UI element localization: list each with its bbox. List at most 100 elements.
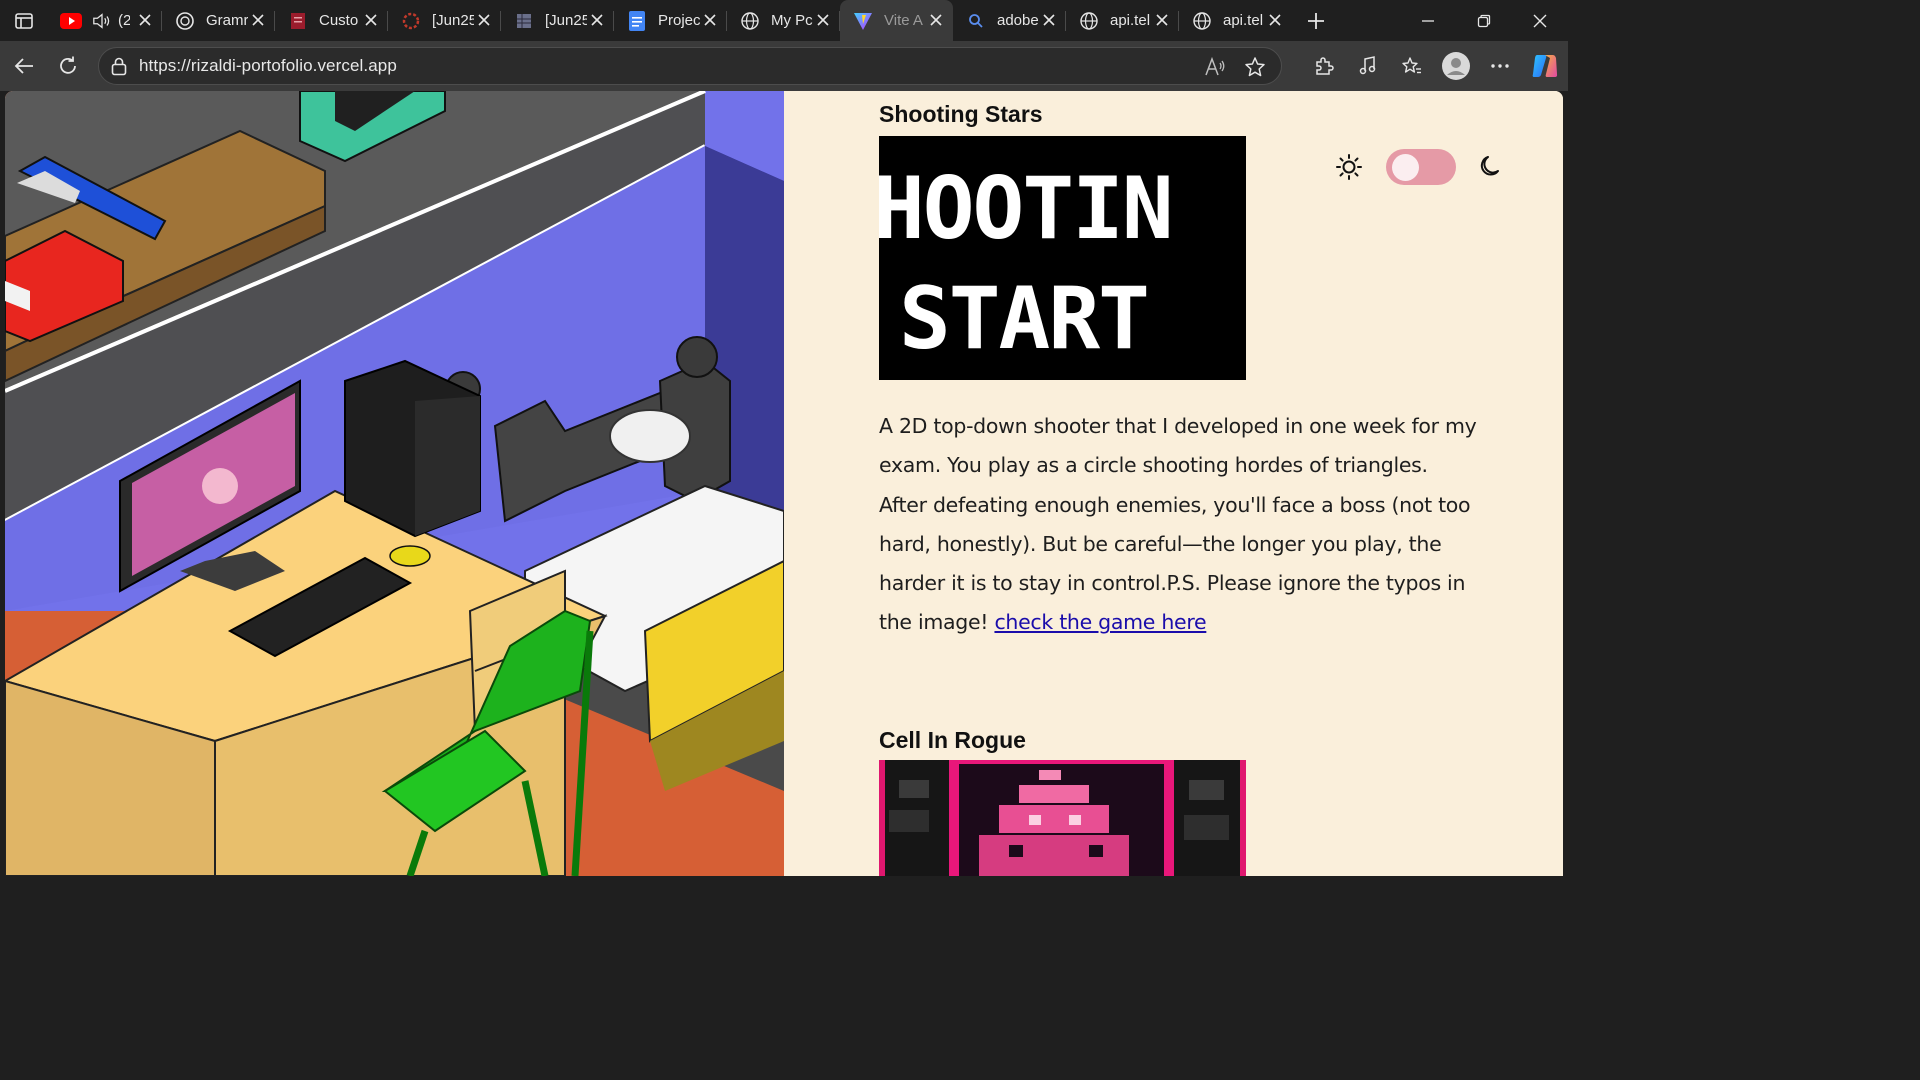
doc-red-icon [287,10,309,32]
search-icon [965,10,987,32]
moon-icon[interactable] [1478,154,1504,185]
restore-button[interactable] [1456,0,1512,41]
close-window-button[interactable] [1512,0,1568,41]
new-tab-button[interactable] [1296,0,1336,41]
spinner-icon [400,10,422,32]
tab-title: [Jun25 [432,12,474,29]
browser-tab[interactable]: api.tel [1179,0,1292,41]
read-aloud-icon [1205,57,1225,76]
browser-toolbar: https://rizaldi-portofolio.vercel.app [0,41,1568,91]
browser-tab[interactable]: (2 [48,0,162,41]
projects-section: Shooting Stars HOOTIN START A 2D top-dow… [784,91,1563,876]
address-bar[interactable]: https://rizaldi-portofolio.vercel.app [98,47,1282,85]
tab-title: api.tel [1223,12,1264,29]
minimize-icon [1422,19,1434,22]
browser-tab[interactable]: Projec [614,0,727,41]
openai-icon [174,10,196,32]
tab-title: My Pc [771,12,813,29]
dark-mode-switch[interactable] [1386,149,1456,185]
browser-tab[interactable]: api.tel [1066,0,1179,41]
close-tab-icon[interactable] [927,11,945,29]
url-text: https://rizaldi-portofolio.vercel.app [139,56,397,75]
description-text: A 2D top-down shooter that I developed i… [879,414,1477,635]
close-tab-icon[interactable] [475,11,493,29]
close-tab-icon[interactable] [701,11,719,29]
more-dots-icon [1491,64,1509,68]
tab-title: Gramr [206,12,248,29]
tab-actions-icon [15,12,33,29]
lock-icon[interactable] [99,56,139,76]
plus-icon [1308,12,1324,29]
browser-tab[interactable]: Custo [275,0,388,41]
tab-title: Custo [319,12,359,29]
minimize-button[interactable] [1400,0,1456,41]
read-aloud-button[interactable] [1197,49,1233,85]
project-title: Shooting Stars [879,101,1043,127]
puzzle-icon [1316,57,1334,75]
switch-knob [1392,154,1419,181]
project-cover-image: HOOTIN START [879,136,1246,380]
avatar-icon [1442,52,1470,80]
media-control-button[interactable] [1346,46,1390,86]
project-title: Cell In Rogue [879,727,1026,753]
browser-tab[interactable]: adobe [953,0,1066,41]
back-button[interactable] [2,46,46,86]
google-docs-icon [626,10,648,32]
copilot-button[interactable] [1522,46,1568,86]
page-viewport: Shooting Stars HOOTIN START A 2D top-dow… [5,91,1563,876]
theme-toggle [1335,147,1505,187]
youtube-icon [60,10,82,32]
browser-tab[interactable]: Gramr [162,0,275,41]
back-arrow-icon [14,58,33,74]
profile-button[interactable] [1434,46,1478,86]
sun-icon[interactable] [1335,153,1363,186]
music-note-icon [1359,56,1376,75]
game-link[interactable]: check the game here [994,610,1206,634]
close-tab-icon[interactable] [249,11,267,29]
sheet-icon [513,10,535,32]
project-description: A 2D top-down shooter that I developed i… [879,407,1479,643]
copilot-icon [1532,55,1558,77]
window-bottom-border [0,876,1568,882]
close-tab-icon[interactable] [362,11,380,29]
toolbar-right-actions [1302,41,1568,91]
window-controls [1400,0,1568,41]
tab-title: Projec [658,12,700,29]
close-tab-icon[interactable] [588,11,606,29]
browser-tab-active[interactable]: Vite A [840,0,953,41]
browser-tab[interactable]: [Jun25 [501,0,614,41]
browser-tab[interactable]: [Jun25 [388,0,501,41]
close-tab-icon[interactable] [1266,11,1284,29]
project-cover-image [879,760,1246,876]
close-icon [1533,14,1547,27]
refresh-icon [60,56,76,74]
favorites-button[interactable] [1390,46,1434,86]
tab-actions-button[interactable] [0,0,48,41]
room-3d-canvas[interactable] [5,91,785,876]
tab-title: Vite A [884,12,923,29]
close-tab-icon[interactable] [1153,11,1171,29]
close-tab-icon[interactable] [1040,11,1058,29]
favorite-button[interactable] [1237,49,1273,85]
tab-title: api.tel [1110,12,1151,29]
favorites-icon [1402,57,1421,74]
more-menu-button[interactable] [1478,46,1522,86]
globe-icon [1078,10,1100,32]
tab-title: (2 [118,12,130,29]
vite-icon [852,10,874,32]
refresh-button[interactable] [46,46,90,86]
tab-title: adobe [997,12,1039,29]
tab-strip: (2 Gramr Custo [Jun25 [Jun25 Projec My P… [0,0,1568,41]
star-icon [1245,57,1265,77]
cover-text-line1: HOOTIN [879,159,1172,259]
close-tab-icon[interactable] [136,11,154,29]
tab-title: [Jun25 [545,12,587,29]
cover-text-line2: START [899,269,1148,369]
speaker-icon[interactable] [92,10,112,32]
browser-tab[interactable]: My Pc [727,0,840,41]
close-tab-icon[interactable] [814,11,832,29]
globe-icon [1191,10,1213,32]
restore-icon [1477,14,1491,27]
extensions-button[interactable] [1302,46,1346,86]
globe-icon [739,10,761,32]
